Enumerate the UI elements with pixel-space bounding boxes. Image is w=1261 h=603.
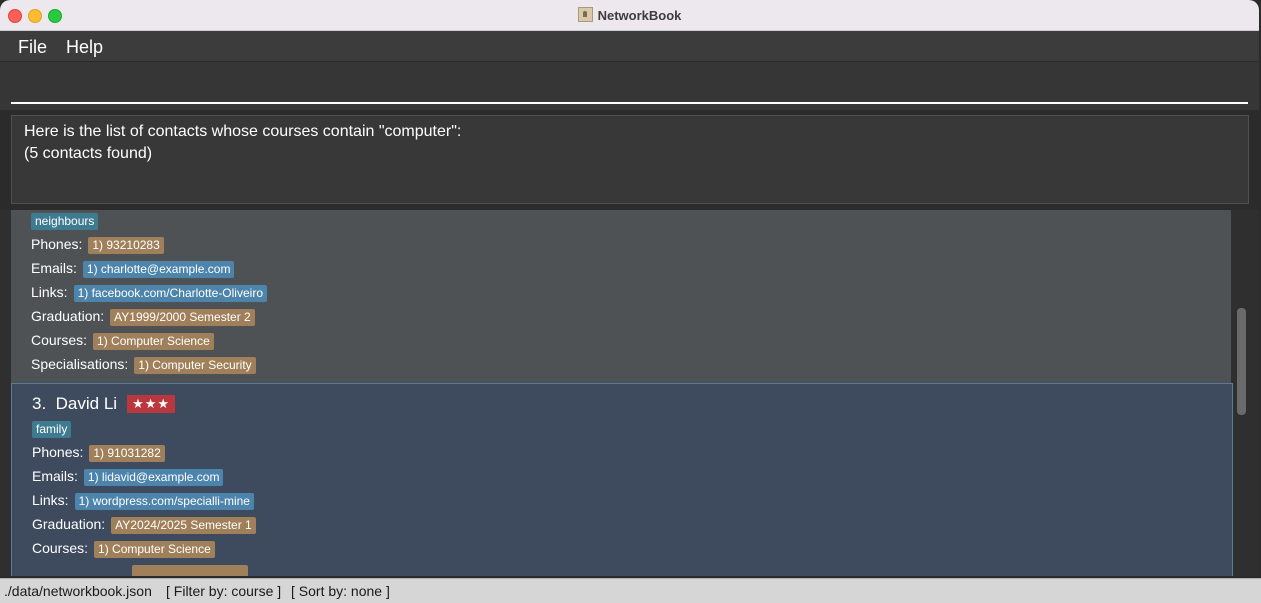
courses-label: Courses: xyxy=(32,540,89,556)
course-chip: 1) Computer Science xyxy=(93,332,214,350)
menu-bar: File Help xyxy=(0,31,1259,62)
list-scrollbar-thumb[interactable] xyxy=(1237,308,1246,415)
status-filter: [ Filter by: course ] xyxy=(166,583,282,599)
phone-chip: 1) 93210283 xyxy=(88,236,164,254)
emails-label: Emails: xyxy=(31,260,77,276)
specialisations-label: Specialisations: xyxy=(31,356,129,372)
command-input[interactable] xyxy=(11,62,1248,104)
title-bar: NetworkBook xyxy=(0,0,1259,31)
courses-label: Courses: xyxy=(31,332,88,348)
window-title: NetworkBook xyxy=(597,8,682,23)
course-chip: 1) Computer Science xyxy=(94,540,215,558)
emails-label: Emails: xyxy=(32,468,78,484)
app-icon xyxy=(577,7,593,22)
tag-chip: neighbours xyxy=(31,212,99,230)
contact-name-row: 3. David Li ★★★ xyxy=(32,394,176,414)
emails-row: Emails: 1) lidavid@example.com xyxy=(32,466,224,486)
command-area xyxy=(0,62,1259,110)
links-label: Links: xyxy=(31,284,68,300)
tags-row: family xyxy=(32,418,72,438)
email-chip[interactable]: 1) lidavid@example.com xyxy=(83,468,224,486)
status-sort: [ Sort by: none ] xyxy=(291,583,390,599)
link-chip[interactable]: 1) wordpress.com/specialli-mine xyxy=(74,492,254,510)
contact-name: David Li xyxy=(55,394,118,413)
specialisations-row-partial xyxy=(32,562,248,576)
specialisations-row: Specialisations: 1) Computer Security xyxy=(31,354,256,374)
courses-row: Courses: 1) Computer Science xyxy=(31,330,214,350)
graduation-row: Graduation: AY1999/2000 Semester 2 xyxy=(31,306,255,326)
contact-list[interactable]: neighbours Phones: 1) 93210283 Emails: 1) … xyxy=(0,210,1259,576)
menu-file[interactable]: File xyxy=(18,37,47,58)
graduation-label: Graduation: xyxy=(32,516,106,532)
status-bar: ./data/networkbook.json [ Filter by: cou… xyxy=(0,578,1261,603)
specialisation-chip: 1) Computer Security xyxy=(134,356,256,374)
menu-help[interactable]: Help xyxy=(66,37,103,58)
contact-card[interactable]: neighbours Phones: 1) 93210283 Emails: 1) … xyxy=(11,210,1231,383)
email-chip[interactable]: 1) charlotte@example.com xyxy=(82,260,235,278)
graduation-row: Graduation: AY2024/2025 Semester 1 xyxy=(32,514,256,534)
phones-label: Phones: xyxy=(32,444,84,460)
phones-label: Phones: xyxy=(31,236,83,252)
link-chip[interactable]: 1) facebook.com/Charlotte-Oliveiro xyxy=(73,284,267,302)
tags-row: neighbours xyxy=(31,210,99,230)
phone-chip: 1) 91031282 xyxy=(89,444,165,462)
contact-index: 3. xyxy=(32,394,47,413)
result-line-2: (5 contacts found) xyxy=(24,145,153,162)
graduation-label: Graduation: xyxy=(31,308,105,324)
status-file-path: ./data/networkbook.json xyxy=(4,583,152,599)
result-display: Here is the list of contacts whose cours… xyxy=(11,115,1249,204)
emails-row: Emails: 1) charlotte@example.com xyxy=(31,258,235,278)
phones-row: Phones: 1) 93210283 xyxy=(31,234,164,254)
tag-chip: family xyxy=(32,420,72,438)
priority-badge: ★★★ xyxy=(127,395,176,413)
graduation-chip: AY1999/2000 Semester 2 xyxy=(110,308,255,326)
links-row: Links: 1) facebook.com/Charlotte-Oliveiro xyxy=(31,282,267,302)
result-line-1: Here is the list of contacts whose cours… xyxy=(24,123,462,140)
graduation-chip: AY2024/2025 Semester 1 xyxy=(111,516,256,534)
specialisation-chip-partial xyxy=(132,564,248,576)
window-title-container: NetworkBook xyxy=(0,7,1259,23)
courses-row: Courses: 1) Computer Science xyxy=(32,538,215,558)
links-row: Links: 1) wordpress.com/specialli-mine xyxy=(32,490,254,510)
links-label: Links: xyxy=(32,492,69,508)
phones-row: Phones: 1) 91031282 xyxy=(32,442,165,462)
contact-card-selected[interactable]: 3. David Li ★★★ family Phones: 1) 91031282… xyxy=(11,383,1233,576)
